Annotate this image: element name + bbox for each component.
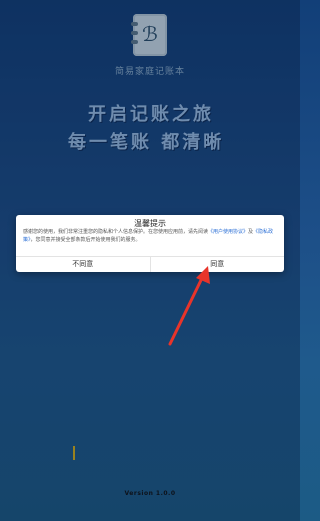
dialog-button-bar: 不同意 同意 <box>16 256 284 272</box>
user-agreement-link[interactable]: 《用户使用协议》 <box>208 229 248 235</box>
pointer-arrow-icon <box>168 266 210 346</box>
privacy-dialog: 温馨提示 感谢您的使用，我们非常注重您的隐私和个人信息保护。在您使用应用前，请先… <box>16 215 284 272</box>
dialog-message: 感谢您的使用，我们非常注重您的隐私和个人信息保护。在您使用应用前，请先阅读《用户… <box>23 228 278 244</box>
disagree-button[interactable]: 不同意 <box>16 257 150 272</box>
dialog-text-outro: ，您同意并接受全部条款后开始使用我们的服务。 <box>30 237 141 243</box>
dialog-text-intro: 感谢您的使用，我们非常注重您的隐私和个人信息保护。在您使用应用前，请先阅读 <box>23 229 209 235</box>
